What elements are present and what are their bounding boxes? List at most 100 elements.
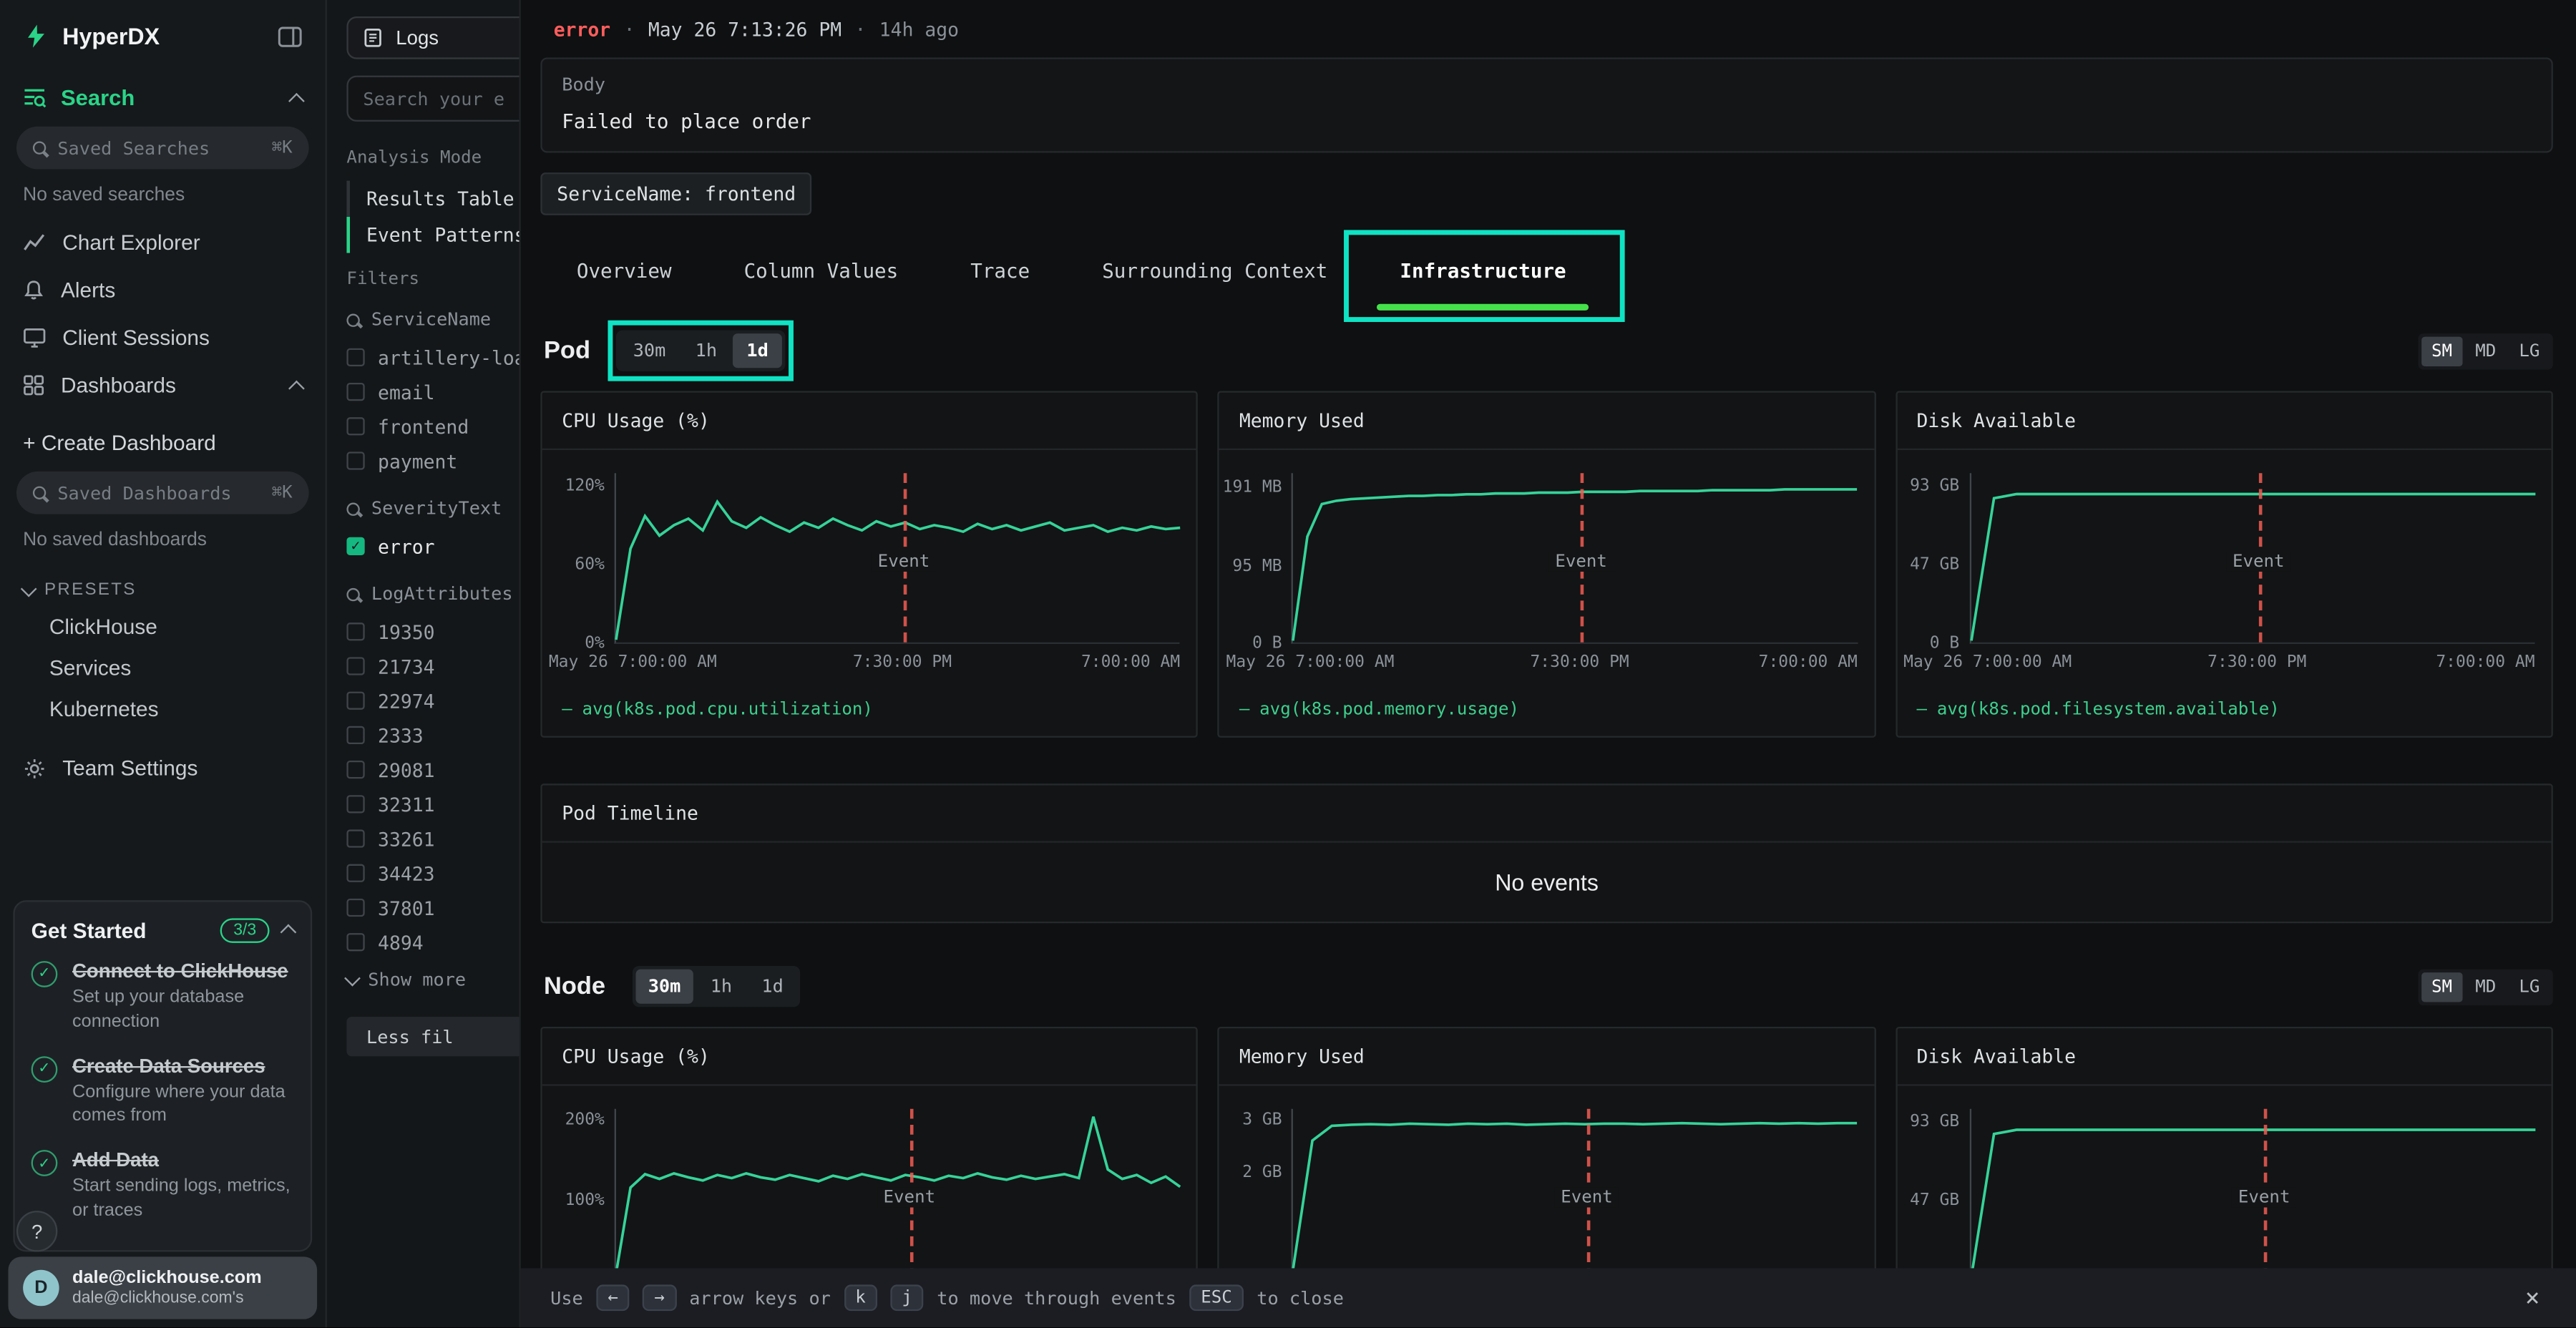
chart-size-button[interactable]: MD <box>2465 336 2506 366</box>
logs-icon <box>363 28 383 48</box>
checkbox[interactable] <box>346 933 364 951</box>
sidebar-item-dashboards[interactable]: Dashboards <box>0 361 326 409</box>
app: HyperDX Search Saved Searches ⌘K No save… <box>0 0 2576 1327</box>
time-range-button[interactable]: 30m <box>620 333 678 368</box>
pod-memory-chart[interactable]: 191 MB95 MB0 BEventMay 26 7:00:00 AM7:30… <box>1219 460 1874 690</box>
brand-row: HyperDX <box>0 0 326 66</box>
event-body-box: Body Failed to place order <box>540 57 2552 152</box>
key-esc: ESC <box>1189 1284 1244 1311</box>
collapse-sidebar-icon[interactable] <box>278 26 302 47</box>
sidebar: HyperDX Search Saved Searches ⌘K No save… <box>0 0 327 1327</box>
user-menu[interactable]: D dale@clickhouse.com dale@clickhouse.co… <box>8 1256 317 1319</box>
pod-timeline-panel: Pod Timeline No events <box>540 783 2552 923</box>
event-marker-label: Event <box>1548 551 1614 571</box>
checkbox[interactable] <box>346 829 364 847</box>
event-timestamp: May 26 7:13:26 PM <box>648 18 841 41</box>
search-icon <box>346 502 359 514</box>
sidebar-item-alerts[interactable]: Alerts <box>0 266 326 314</box>
legend-dash-icon: — <box>1239 700 1250 720</box>
keyboard-hints-bar: Use ← → arrow keys or k j to move throug… <box>521 1268 2576 1327</box>
checkbox[interactable] <box>346 761 364 778</box>
event-marker-label: Event <box>2226 551 2291 571</box>
sidebar-item-team-settings[interactable]: Team Settings <box>0 729 326 806</box>
sidebar-item-chart-explorer[interactable]: Chart Explorer <box>0 218 326 266</box>
detail-tab[interactable]: Surrounding Context <box>1066 245 1364 297</box>
sidebar-item-client-sessions[interactable]: Client Sessions <box>0 314 326 362</box>
chart-size-button[interactable]: LG <box>2509 972 2550 1001</box>
no-saved-searches-text: No saved searches <box>0 176 326 219</box>
detail-tab[interactable]: Trace <box>935 245 1066 297</box>
time-range-button[interactable]: 1h <box>697 970 745 1004</box>
get-started-item[interactable]: ✓ Connect to ClickHouse Set up your data… <box>31 960 294 1035</box>
checkbox[interactable] <box>346 795 364 813</box>
time-range-button[interactable]: 1h <box>682 333 730 368</box>
detail-tabs: Overview Column Values Trace Surrounding… <box>540 245 2552 297</box>
preset-item[interactable]: Kubernetes <box>0 688 326 729</box>
body-text: Failed to place order <box>562 110 2532 133</box>
preset-item[interactable]: ClickHouse <box>0 606 326 647</box>
checkbox[interactable] <box>346 622 364 640</box>
help-button[interactable]: ? <box>16 1211 57 1251</box>
pod-cpu-chart[interactable]: 120%60%0%EventMay 26 7:00:00 AM7:30:00 P… <box>542 460 1197 690</box>
preset-item[interactable]: Services <box>0 648 326 688</box>
detail-tab[interactable]: Overview <box>540 245 708 297</box>
servicename-chip[interactable]: ServiceName: frontend <box>540 172 812 215</box>
time-range-button[interactable]: 1d <box>733 333 781 368</box>
chart-legend: —avg(k8s.pod.memory.usage) <box>1219 690 1874 736</box>
key-arrow-left: ← <box>596 1284 630 1311</box>
chevron-up-icon <box>280 925 297 942</box>
checkbox[interactable]: ✓ <box>346 537 364 555</box>
search-icon <box>346 587 359 600</box>
checkbox[interactable] <box>346 383 364 401</box>
checkbox[interactable] <box>346 864 364 882</box>
create-dashboard-button[interactable]: + Create Dashboard <box>0 416 326 468</box>
checkbox[interactable] <box>346 657 364 675</box>
get-started-card: Get Started 3/3 ✓ Connect to ClickHouse … <box>13 900 312 1251</box>
event-marker-label: Event <box>871 551 936 571</box>
chart-legend: —avg(k8s.pod.filesystem.available) <box>1897 690 2552 736</box>
saved-searches-placeholder: Saved Searches <box>57 137 260 159</box>
checkbox[interactable] <box>346 451 364 469</box>
get-started-header[interactable]: Get Started 3/3 <box>31 918 294 942</box>
hyperdx-logo-icon <box>23 23 49 49</box>
chart-size-button[interactable]: SM <box>2421 972 2462 1001</box>
chart-title: Disk Available <box>1897 1028 2552 1085</box>
chevron-up-icon <box>288 92 305 109</box>
pod-charts-row: CPU Usage (%) 120%60%0%EventMay 26 7:00:… <box>540 391 2552 737</box>
search-icon <box>33 141 46 154</box>
key-k: k <box>844 1284 877 1311</box>
chart-size-button[interactable]: SM <box>2421 336 2462 366</box>
key-j: j <box>890 1284 924 1311</box>
get-started-progress-badge: 3/3 <box>220 918 270 942</box>
sidebar-item-search[interactable]: Search <box>0 66 326 123</box>
chart-size-button[interactable]: MD <box>2465 972 2506 1001</box>
monitor-icon <box>23 327 46 348</box>
saved-searches-input[interactable]: Saved Searches ⌘K <box>16 127 309 170</box>
checkbox[interactable] <box>346 417 364 435</box>
checkbox[interactable] <box>346 726 364 744</box>
checkbox[interactable] <box>346 899 364 917</box>
detail-tab[interactable]: Infrastructure <box>1364 245 1602 297</box>
chart-title: Memory Used <box>1219 393 1874 450</box>
close-icon[interactable]: × <box>2519 1280 2547 1317</box>
presets-toggle[interactable]: PRESETS <box>0 563 326 606</box>
saved-dashboards-placeholder: Saved Dashboards <box>57 482 260 504</box>
detail-tab[interactable]: Column Values <box>708 245 935 297</box>
saved-dashboards-input[interactable]: Saved Dashboards ⌘K <box>16 472 309 514</box>
pod-chart-size-group: SMMDLG <box>2419 333 2553 369</box>
chart-size-button[interactable]: LG <box>2509 336 2550 366</box>
time-range-button[interactable]: 1d <box>748 970 796 1004</box>
time-range-button[interactable]: 30m <box>635 970 693 1004</box>
chevron-down-icon <box>21 580 37 597</box>
pod-title: Pod <box>544 337 590 365</box>
chart-title: CPU Usage (%) <box>542 393 1197 450</box>
checkbox[interactable] <box>346 692 364 710</box>
pod-disk-chart[interactable]: 93 GB47 GB0 BEventMay 26 7:00:00 AM7:30:… <box>1897 460 2552 690</box>
checkbox[interactable] <box>346 348 364 366</box>
search-icon <box>33 487 46 499</box>
get-started-item[interactable]: ✓ Create Data Sources Configure where yo… <box>31 1054 294 1129</box>
chevron-up-icon <box>288 379 305 396</box>
get-started-item[interactable]: ✓ Add Data Start sending logs, metrics, … <box>31 1149 294 1224</box>
avatar: D <box>23 1270 59 1307</box>
node-section-header: Node 30m1h1d SMMDLG <box>544 966 2553 1007</box>
